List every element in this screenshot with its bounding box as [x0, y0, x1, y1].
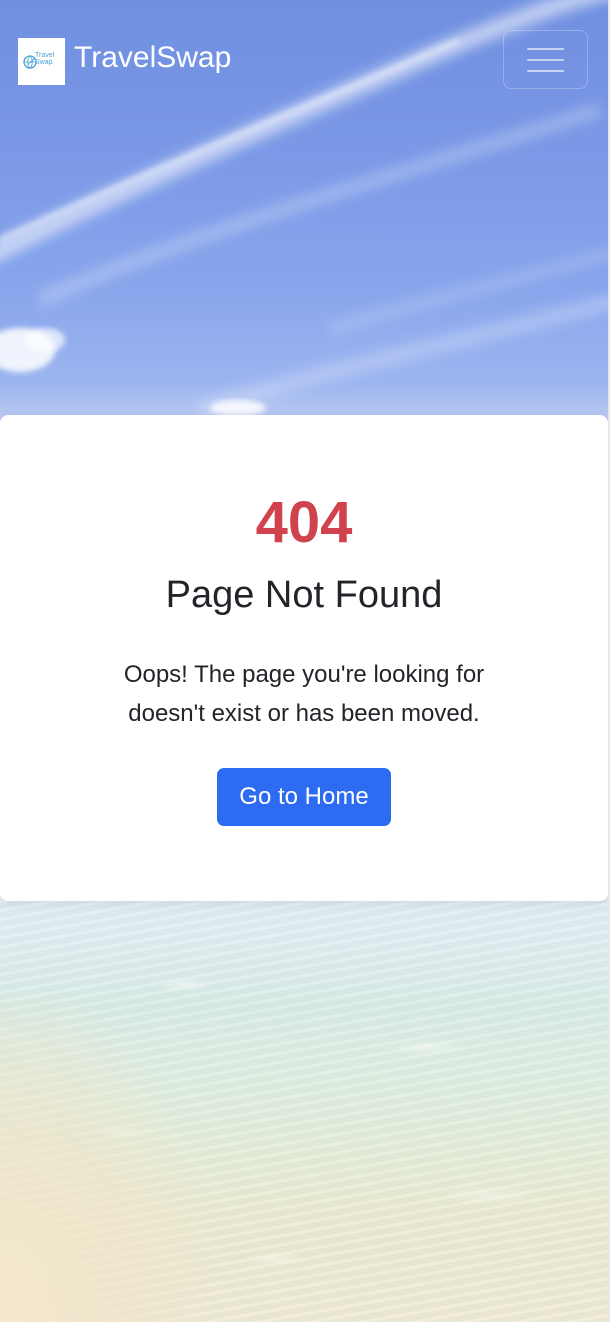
hamburger-icon	[527, 39, 564, 81]
navbar: Travel Swap TravelSwap	[0, 0, 610, 118]
error-card: 404 Page Not Found Oops! The page you're…	[0, 415, 608, 901]
error-message: Oops! The page you're looking for doesn'…	[123, 661, 485, 727]
page-background: Travel Swap TravelSwap 404 Page Not Foun…	[0, 0, 610, 1322]
logo-text-line2: Swap	[35, 59, 53, 66]
menu-toggle-button[interactable]	[503, 30, 588, 89]
water-texture	[0, 900, 610, 1322]
error-code: 404	[255, 490, 353, 555]
brand-link[interactable]: Travel Swap TravelSwap	[18, 38, 231, 85]
brand-name: TravelSwap	[74, 40, 232, 74]
sand-shore	[0, 992, 210, 1322]
go-home-button[interactable]: Go to Home	[217, 768, 391, 826]
logo-text-line1: Travel	[35, 52, 55, 59]
brand-logo: Travel Swap	[18, 38, 65, 85]
error-title: Page Not Found	[165, 574, 443, 616]
brand-logo-text: Travel Swap	[35, 52, 54, 66]
